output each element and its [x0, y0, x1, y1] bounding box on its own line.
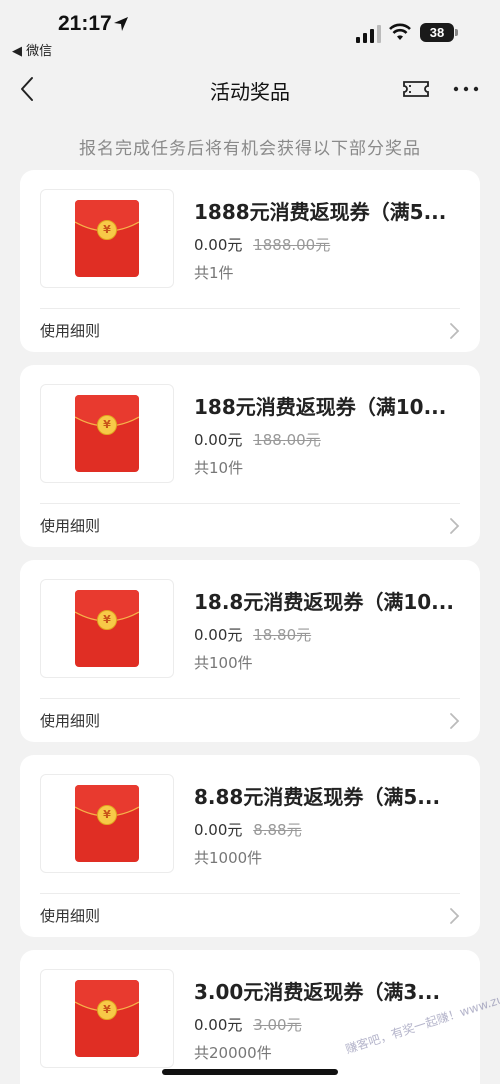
cellular-signal-icon: [356, 25, 381, 43]
current-price: 0.00元: [194, 1016, 243, 1034]
usage-rules-link[interactable]: 使用细则: [40, 515, 100, 536]
price-row: 0.00元 188.00元: [194, 429, 321, 450]
prize-title: 18.8元消费返现券（满10...: [194, 590, 454, 614]
red-envelope-icon: ¥: [75, 785, 139, 862]
price-row: 0.00元 1888.00元: [194, 234, 330, 255]
current-price: 0.00元: [194, 236, 243, 254]
card-divider: [40, 698, 460, 699]
yuan-coin-icon: ¥: [97, 610, 117, 630]
prize-card[interactable]: ¥ 18.8元消费返现券（满10... 0.00元 18.80元 共100件 使…: [20, 560, 480, 742]
current-price: 0.00元: [194, 626, 243, 644]
status-bar: 21:17 ◀ 微信 38: [0, 0, 500, 60]
prize-thumbnail: ¥: [40, 579, 174, 678]
back-to-wechat-link[interactable]: ◀ 微信: [12, 40, 52, 59]
prize-card[interactable]: ¥ 188元消费返现券（满10... 0.00元 188.00元 共10件 使用…: [20, 365, 480, 547]
chevron-right-icon[interactable]: [448, 322, 460, 340]
yuan-coin-icon: ¥: [97, 1000, 117, 1020]
location-arrow-icon: [114, 17, 128, 31]
nav-bar: 活动奖品: [0, 62, 500, 116]
battery-tip: [455, 29, 458, 36]
original-price: 18.80元: [253, 626, 312, 644]
prize-quantity: 共20000件: [194, 1044, 272, 1062]
wifi-icon: [389, 23, 411, 40]
prize-thumbnail: ¥: [40, 384, 174, 483]
prize-title: 3.00元消费返现券（满3...: [194, 980, 441, 1004]
card-divider: [40, 308, 460, 309]
original-price: 1888.00元: [253, 236, 331, 254]
prize-card[interactable]: ¥ 8.88元消费返现券（满5... 0.00元 8.88元 共1000件 使用…: [20, 755, 480, 937]
prize-thumbnail: ¥: [40, 774, 174, 873]
usage-rules-link[interactable]: 使用细则: [40, 905, 100, 926]
status-time: 21:17: [58, 12, 112, 35]
original-price: 8.88元: [253, 821, 302, 839]
card-divider: [40, 503, 460, 504]
current-price: 0.00元: [194, 821, 243, 839]
ticket-icon[interactable]: [402, 78, 430, 100]
yuan-coin-icon: ¥: [97, 415, 117, 435]
original-price: 188.00元: [253, 431, 321, 449]
red-envelope-icon: ¥: [75, 200, 139, 277]
card-divider: [40, 893, 460, 894]
prize-quantity: 共1000件: [194, 849, 263, 867]
chevron-right-icon[interactable]: [448, 517, 460, 535]
prize-card[interactable]: ¥ 3.00元消费返现券（满3... 0.00元 3.00元 共20000件 使…: [20, 950, 480, 1084]
prize-title: 188元消费返现券（满10...: [194, 395, 447, 419]
prize-quantity: 共10件: [194, 459, 244, 477]
chevron-right-icon[interactable]: [448, 712, 460, 730]
chevron-right-icon[interactable]: [448, 907, 460, 925]
prize-quantity: 共1件: [194, 264, 234, 282]
red-envelope-icon: ¥: [75, 590, 139, 667]
more-options-icon[interactable]: [452, 78, 480, 100]
prize-quantity: 共100件: [194, 654, 253, 672]
prize-thumbnail: ¥: [40, 969, 174, 1068]
prize-card[interactable]: ¥ 1888元消费返现券（满5... 0.00元 1888.00元 共1件 使用…: [20, 170, 480, 352]
battery-indicator: 38: [420, 23, 454, 42]
original-price: 3.00元: [253, 1016, 302, 1034]
usage-rules-link[interactable]: 使用细则: [40, 710, 100, 731]
prize-title: 1888元消费返现券（满5...: [194, 200, 447, 224]
usage-rules-link[interactable]: 使用细则: [40, 320, 100, 341]
prize-thumbnail: ¥: [40, 189, 174, 288]
prize-hint-text: 报名完成任务后将有机会获得以下部分奖品: [79, 139, 421, 159]
current-price: 0.00元: [194, 431, 243, 449]
yuan-coin-icon: ¥: [97, 220, 117, 240]
yuan-coin-icon: ¥: [97, 805, 117, 825]
prize-title: 8.88元消费返现券（满5...: [194, 785, 441, 809]
home-indicator[interactable]: [162, 1069, 338, 1075]
price-row: 0.00元 3.00元: [194, 1014, 302, 1035]
red-envelope-icon: ¥: [75, 395, 139, 472]
red-envelope-icon: ¥: [75, 980, 139, 1057]
price-row: 0.00元 18.80元: [194, 624, 311, 645]
price-row: 0.00元 8.88元: [194, 819, 302, 840]
